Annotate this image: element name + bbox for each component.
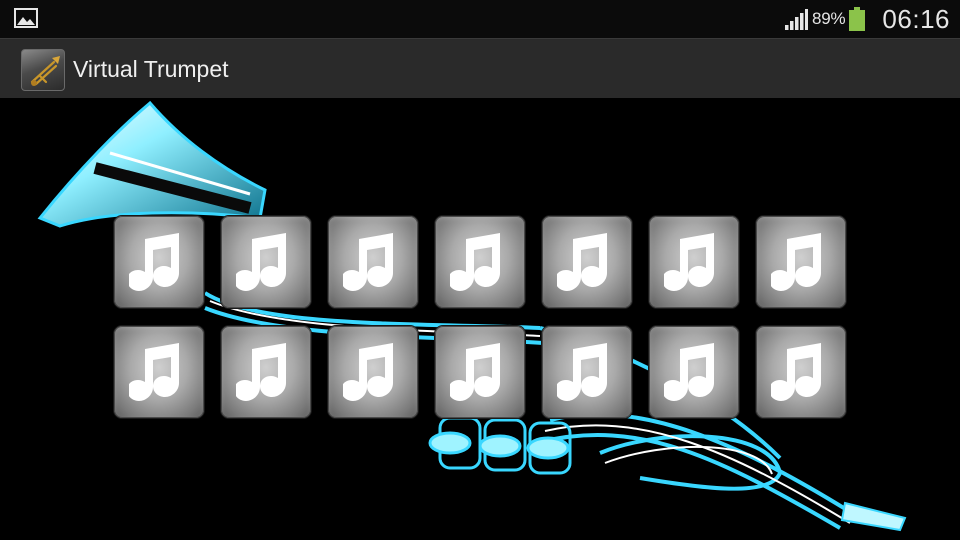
trumpet-app-icon[interactable] [21,49,65,91]
sound-button-7[interactable] [756,216,846,308]
battery-percent: 89% [811,9,846,28]
music-note-icon [557,233,607,291]
music-note-icon [771,233,821,291]
music-note-icon [236,233,286,291]
music-note-icon [664,343,714,401]
status-bar: 89% 06:16 [0,0,960,38]
sound-button-14[interactable] [756,326,846,418]
sound-button-1[interactable] [114,216,204,308]
sound-button-8[interactable] [114,326,204,418]
signal-strength-icon [784,9,808,30]
music-note-icon [450,233,500,291]
music-note-icon [129,233,179,291]
action-bar: Virtual Trumpet [0,38,960,98]
status-indicators: 89% 06:16 [784,0,950,38]
trumpet-illustration [37,100,907,532]
clock: 06:16 [882,3,950,34]
sound-button-5[interactable] [542,216,632,308]
sound-button-2[interactable] [221,216,311,308]
battery-icon [849,7,866,31]
sound-button-3[interactable] [328,216,418,308]
sound-button-4[interactable] [435,216,525,308]
music-note-icon [343,343,393,401]
sound-button-12[interactable] [542,326,632,418]
image-notification-icon [14,8,38,28]
music-note-icon [236,343,286,401]
main-content [0,98,960,540]
music-note-icon [129,343,179,401]
sound-button-13[interactable] [649,326,739,418]
app-title: Virtual Trumpet [73,56,229,82]
sound-button-6[interactable] [649,216,739,308]
sound-button-9[interactable] [221,326,311,418]
music-note-icon [343,233,393,291]
music-note-icon [771,343,821,401]
music-note-icon [664,233,714,291]
sound-button-11[interactable] [435,326,525,418]
sound-button-10[interactable] [328,326,418,418]
music-note-icon [557,343,607,401]
music-note-icon [450,343,500,401]
